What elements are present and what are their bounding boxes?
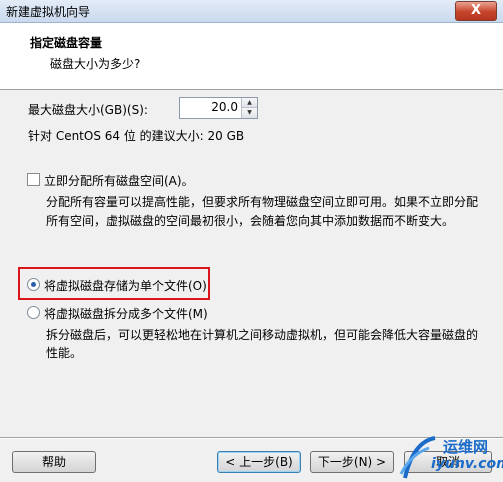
stepper-up-icon[interactable]: ▲ [242, 98, 257, 108]
page-subtitle: 磁盘大小为多少? [50, 57, 141, 71]
watermark-text: 运维网 [443, 438, 489, 456]
split-description-line-1: 拆分磁盘后，可以更轻松地在计算机之间移动虚拟机，但可能会降低大容量磁盘的 [46, 328, 479, 342]
allocate-description-line-1: 分配所有容量可以提高性能，但要求所有物理磁盘空间立即可用。如果不立即分配 [46, 195, 479, 209]
allocate-description-line-2: 所有空间，虚拟磁盘的空间最初很小，会随着您向其中添加数据而不断变大。 [46, 214, 455, 228]
close-button[interactable]: X [455, 1, 497, 21]
window-title: 新建虚拟机向导 [6, 5, 91, 19]
allocate-now-checkbox[interactable] [27, 173, 40, 186]
wizard-header: 指定磁盘容量 磁盘大小为多少? [0, 23, 503, 90]
stepper-down-icon[interactable]: ▼ [242, 108, 257, 118]
disk-size-stepper[interactable]: 20.0 ▲ ▼ [179, 97, 258, 119]
next-button[interactable]: 下一步(N) > [310, 451, 394, 473]
recommended-size-text: 针对 CentOS 64 位 的建议大小: 20 GB [28, 129, 245, 143]
page-title: 指定磁盘容量 [30, 36, 103, 50]
watermark: 运维网 iyunv.com [395, 432, 503, 482]
title-bar: 新建虚拟机向导 X [0, 0, 503, 23]
watermark-subtext: iyunv.com [431, 456, 503, 472]
split-description-line-2: 性能。 [46, 346, 83, 360]
help-button[interactable]: 帮助 [12, 451, 96, 473]
split-files-label[interactable]: 将虚拟磁盘拆分成多个文件(M) [44, 305, 208, 322]
stepper-buttons: ▲ ▼ [241, 98, 257, 118]
allocate-now-label[interactable]: 立即分配所有磁盘空间(A)。 [44, 172, 194, 189]
back-button[interactable]: < 上一步(B) [217, 451, 301, 473]
disk-size-value[interactable]: 20.0 [211, 100, 238, 114]
single-file-radio[interactable] [27, 278, 40, 291]
single-file-label[interactable]: 将虚拟磁盘存储为单个文件(O) [44, 277, 207, 294]
split-files-radio[interactable] [27, 306, 40, 319]
max-disk-size-label: 最大磁盘大小(GB)(S): [28, 103, 148, 117]
